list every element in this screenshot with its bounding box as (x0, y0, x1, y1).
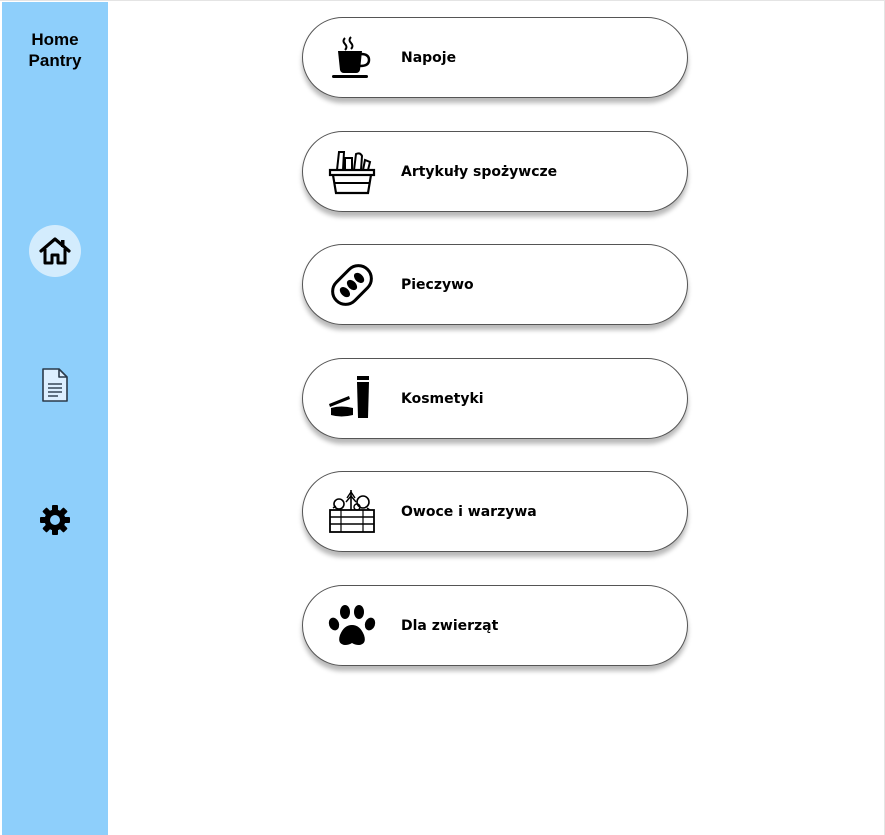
cosmetics-icon (327, 374, 377, 424)
home-icon (39, 237, 71, 265)
app-window: Home Pantry Napoje Artykuły spożywcze Pi… (0, 0, 885, 835)
category-label: Artykuły spożywcze (401, 163, 558, 180)
category-button-napoje[interactable]: Napoje (302, 17, 688, 98)
category-button-dla-zwierzat[interactable]: Dla zwierząt (302, 585, 688, 666)
grocery-basket-icon (327, 147, 377, 197)
sidebar-item-settings[interactable] (29, 494, 81, 546)
coffee-cup-icon (327, 33, 377, 83)
app-brand: Home Pantry (2, 29, 108, 71)
bread-icon (327, 260, 377, 310)
category-button-kosmetyki[interactable]: Kosmetyki (302, 358, 688, 439)
category-label: Owoce i warzywa (401, 503, 537, 520)
document-icon (42, 368, 68, 402)
vegetable-crate-icon (327, 487, 377, 537)
sidebar-item-documents[interactable] (29, 359, 81, 411)
sidebar-item-home[interactable] (29, 225, 81, 277)
category-label: Dla zwierząt (401, 617, 499, 634)
category-label: Pieczywo (401, 276, 474, 293)
category-button-artykuly-spozywcze[interactable]: Artykuły spożywcze (302, 131, 688, 212)
category-button-owoce-i-warzywa[interactable]: Owoce i warzywa (302, 471, 688, 552)
paw-icon (327, 601, 377, 651)
brand-line-pantry: Pantry (28, 51, 82, 70)
category-label: Kosmetyki (401, 390, 484, 407)
category-label: Napoje (401, 49, 457, 66)
brand-line-home: Home (31, 30, 79, 49)
gear-icon (40, 505, 70, 535)
category-button-pieczywo[interactable]: Pieczywo (302, 244, 688, 325)
sidebar: Home Pantry (2, 2, 108, 835)
